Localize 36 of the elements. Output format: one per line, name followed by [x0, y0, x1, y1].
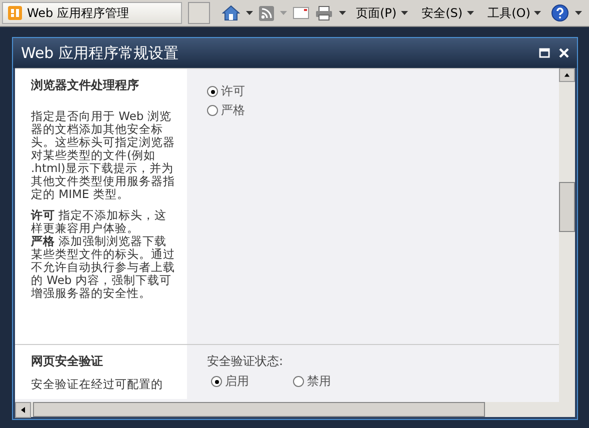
section-heading: 浏览器文件处理程序 — [31, 77, 140, 94]
caret-icon[interactable] — [466, 11, 474, 15]
help-icon[interactable] — [551, 4, 570, 22]
scroll-thumb[interactable] — [33, 402, 485, 417]
field-label: 安全验证状态: — [207, 353, 284, 370]
horizontal-scrollbar[interactable] — [15, 402, 575, 417]
home-icon[interactable] — [222, 5, 240, 21]
dialog-title: Web 应用程序常规设置 — [21, 44, 180, 62]
caret-icon[interactable] — [400, 11, 408, 15]
toolbar-menu[interactable]: 安全(S) — [418, 4, 478, 22]
scroll-thumb[interactable] — [559, 182, 575, 232]
caret-icon[interactable] — [575, 11, 582, 15]
description-text: 安全验证在经过可配置的 — [31, 378, 164, 391]
radio-option[interactable]: 许可 — [207, 83, 559, 100]
radio-option[interactable]: 启用 — [211, 373, 249, 390]
description-text: 许可 指定不添加标头，这样更兼容用户体验。 — [31, 209, 168, 235]
radio-option[interactable]: 禁用 — [293, 373, 331, 390]
rss-feed-icon[interactable] — [259, 6, 274, 20]
scroll-up-icon[interactable] — [559, 68, 575, 82]
description-text: 严格 添加强制浏览器下载某些类型文件的标头。通过不允许自动执行参与者上载的 Web 内容，强制下载可增强服务器的安全性。 — [31, 235, 175, 300]
section-heading: 网页安全验证 — [31, 353, 104, 370]
caret-icon[interactable] — [534, 11, 542, 15]
mail-icon[interactable] — [293, 7, 309, 19]
app-logo-icon — [8, 6, 22, 20]
close-icon[interactable] — [559, 48, 569, 58]
printer-icon[interactable] — [315, 6, 333, 20]
vertical-scrollbar[interactable] — [559, 68, 575, 402]
maximize-icon[interactable] — [539, 48, 550, 58]
scroll-left-icon[interactable] — [15, 402, 31, 418]
caret-icon[interactable] — [339, 11, 346, 15]
toolbar-menu[interactable]: 页面(P) — [352, 4, 412, 22]
toolbar-menu[interactable]: 工具(O) — [484, 4, 546, 22]
description-text: 指定是否向用于 Web 浏览器的文档添加其他安全标头。这些标头可指定浏览器对某些类型的文件(例如 .html)显示下载提示，并为其他文件类型使用服务器指定的 MIME 类型。 — [31, 110, 175, 201]
caret-icon[interactable] — [246, 11, 253, 15]
radio-option[interactable]: 严格 — [207, 102, 559, 119]
browser-tab[interactable]: Web 应用程序管理 — [2, 2, 182, 24]
